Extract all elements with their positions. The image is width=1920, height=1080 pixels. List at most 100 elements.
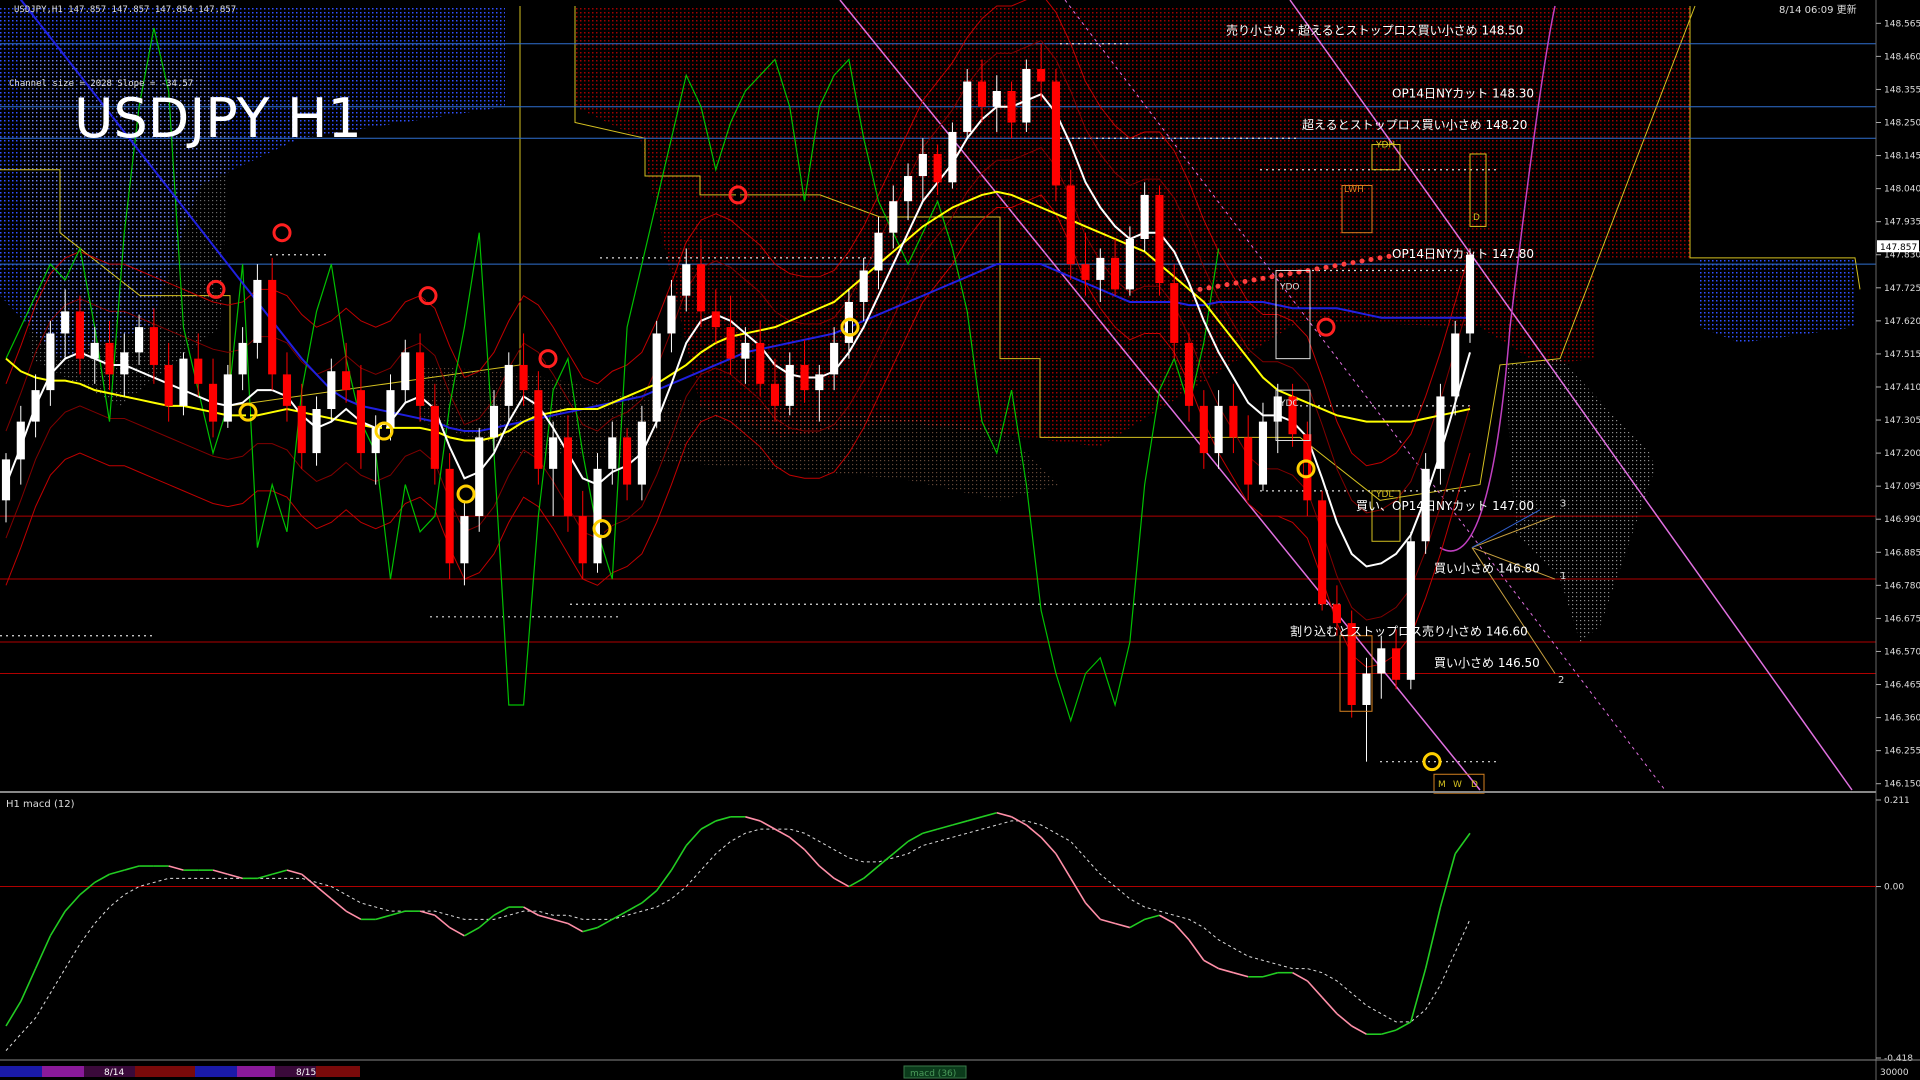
candle-body: [1096, 257, 1105, 280]
sar-dot: [1314, 266, 1320, 272]
ytick-label: 148.355: [1884, 85, 1920, 95]
candle-body: [504, 364, 513, 406]
candle-body: [593, 468, 602, 564]
sar-dot: [1278, 272, 1284, 278]
candle-body: [1, 459, 11, 501]
sar-dot: [1251, 277, 1257, 283]
candle-body: [1037, 68, 1046, 82]
candle-body: [1155, 194, 1164, 284]
candle-body: [770, 383, 780, 406]
ytick-label: 147.095: [1884, 482, 1920, 492]
date-bar-segment: [42, 1066, 84, 1077]
sar-dot: [1386, 253, 1392, 259]
candle-body: [61, 311, 70, 334]
candle-body: [726, 327, 735, 359]
ytick-label: 146.675: [1884, 614, 1920, 624]
candle-body: [297, 405, 306, 454]
ytick-label: 146.255: [1884, 747, 1920, 757]
candle-body: [208, 383, 218, 422]
candle-body: [874, 232, 883, 271]
ytick-label: 146.780: [1884, 581, 1920, 591]
sar-dot: [1323, 264, 1329, 270]
candle-body: [238, 342, 247, 375]
candle-body: [1170, 283, 1179, 343]
sar-dot: [1260, 275, 1266, 281]
candle-body: [696, 264, 706, 312]
sar-dot: [1341, 261, 1347, 267]
ytick-label: 147.935: [1884, 218, 1920, 228]
indicator-tab-label: macd (36): [910, 1069, 956, 1079]
chart-title: USDJPY H1: [74, 87, 362, 150]
sar-dot: [1197, 286, 1203, 292]
candle-body: [475, 437, 484, 517]
ytick-label: 147.410: [1884, 383, 1920, 393]
ytick-label: 146.465: [1884, 681, 1920, 691]
level-label-1: OP14日NYカット 148.30: [1392, 86, 1534, 100]
ytick-label: 146.990: [1884, 515, 1920, 525]
macd-title: H1 macd (12): [6, 799, 75, 810]
cloud-bull-future: [1700, 257, 1855, 343]
candle-body: [711, 311, 720, 328]
candle-body: [1199, 405, 1208, 454]
candle-body: [1051, 81, 1061, 186]
ytick-label: 146.570: [1884, 647, 1920, 657]
candle-body: [282, 374, 292, 406]
candle-body: [1391, 648, 1401, 680]
candle-body: [534, 390, 543, 469]
ytick-label: 147.725: [1884, 284, 1920, 294]
level-label-7: 買い小さめ 146.50: [1434, 656, 1540, 670]
candle-body: [1184, 342, 1194, 406]
candle-body: [1436, 396, 1445, 469]
candle-body: [830, 342, 839, 375]
candle-body: [667, 295, 676, 334]
mwd-label-1: W: [1453, 780, 1462, 790]
ytick-label: 147.620: [1884, 317, 1920, 327]
sar-dot: [1269, 274, 1275, 280]
candle-body: [1081, 264, 1090, 280]
candle-body: [889, 201, 898, 233]
candle-body: [430, 405, 439, 469]
date-label-1: 8/15: [296, 1068, 316, 1078]
candle-body: [1258, 421, 1268, 485]
candle-body: [682, 264, 691, 296]
date-bar-segment: [316, 1066, 360, 1077]
candle-body: [1318, 500, 1327, 605]
sar-dot: [1377, 255, 1383, 261]
sar-dot: [1287, 271, 1293, 277]
candle-body: [1140, 194, 1149, 239]
date-bar-segment: [237, 1066, 275, 1077]
level-label-4: 買い、OP14日NYカット 147.00: [1356, 499, 1534, 513]
candle-body: [342, 371, 351, 391]
level-label-3: OP14日NYカット 147.80: [1392, 247, 1534, 261]
candle-body: [1007, 91, 1016, 123]
candle-body: [608, 437, 617, 469]
candle-body: [637, 421, 646, 485]
candle-body: [1244, 437, 1253, 485]
candle-body: [992, 91, 1001, 107]
candle-body: [31, 390, 40, 422]
d-box-label: D: [1473, 213, 1480, 223]
ytick-label: 148.145: [1884, 152, 1920, 162]
level-label-0: 売り小さめ・超えるとストップロス買い小さめ 148.50: [1226, 22, 1523, 37]
sar-dot: [1206, 285, 1212, 291]
ytick-label: 147.515: [1884, 350, 1920, 360]
sar-dot: [1350, 260, 1356, 266]
projection-label-1: 1: [1560, 571, 1566, 582]
date-bar-segment: [0, 1066, 42, 1077]
candle-body: [460, 516, 469, 564]
ytick-label: 147.305: [1884, 416, 1920, 426]
candle-body: [1332, 604, 1341, 624]
candle-body: [918, 153, 927, 177]
projection-label-3: 3: [1560, 499, 1566, 510]
candle-body: [415, 352, 425, 406]
date-bar-segment: [135, 1066, 195, 1077]
date-label-0: 8/14: [104, 1068, 124, 1078]
candle-body: [16, 421, 25, 460]
ytick-label: 146.885: [1884, 548, 1920, 558]
candle-body: [1406, 541, 1415, 680]
ydo-box-label: YDO: [1279, 282, 1300, 292]
ytick-label: 147.200: [1884, 449, 1920, 459]
candle-body: [149, 327, 158, 365]
candle-body: [652, 333, 661, 422]
candle-body: [268, 279, 277, 375]
